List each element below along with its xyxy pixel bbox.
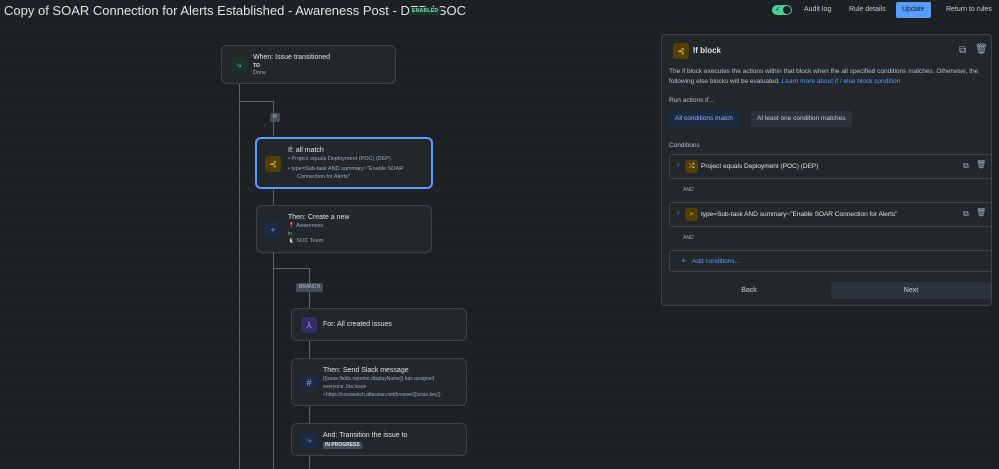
delete-icon[interactable]: 🗑 — [976, 160, 986, 169]
trigger-to-value: Done — [253, 70, 267, 76]
create-type-text: Awareness — [296, 223, 324, 229]
trigger-title: When: Issue transitioned — [253, 54, 331, 61]
if-block-panel: ⊰ If block ⧉ 🗑 The if block executes the… — [661, 34, 992, 306]
duplicate-icon[interactable]: ⧉ — [959, 45, 966, 56]
condition-row-1[interactable]: › ⤮ Project equals Deployment (POC) (DEP… — [669, 154, 992, 179]
if-cond-1: • Project equals Deployment (POC) (DEP) — [288, 156, 391, 162]
add-conditions-row[interactable]: + Add conditions... — [669, 250, 992, 272]
transition-icon: ⤷ — [231, 57, 247, 73]
trigger-card[interactable]: ⤷ When: Issue transitioned TO Done — [221, 45, 396, 84]
rule-details-button[interactable]: Rule details — [843, 2, 892, 18]
transition-card-title: And: Transition the issue to — [323, 432, 408, 439]
transition-status: IN PROGRESS — [323, 441, 362, 449]
main-flow-line — [239, 84, 240, 469]
enable-toggle[interactable]: ✓ — [772, 5, 792, 15]
branch-line-2 — [309, 341, 310, 358]
duplicate-icon[interactable]: ⧉ — [963, 209, 969, 219]
if-branch-connector — [239, 101, 273, 102]
if-block-icon: ⊰ — [265, 156, 281, 172]
create-project: 🐧 SOC Team — [288, 237, 323, 245]
if-cond-1-text: Project equals Deployment (POC) (DEP) — [291, 156, 391, 162]
transition-issue-icon: ⤷ — [301, 432, 317, 448]
slack-line-3: <https://novawatch.atlassian.net/browse/… — [323, 392, 441, 398]
create-issue-card[interactable]: + Then: Create a new 📍 Awareness in 🐧 SO… — [256, 205, 432, 253]
slack-message-card[interactable]: # Then: Send Slack message {{issue.field… — [291, 358, 467, 406]
plus-icon: + — [265, 222, 281, 238]
chevron-right-icon[interactable]: › — [677, 210, 679, 217]
if-cond-2-cont: Connection for Alerts" — [297, 174, 351, 180]
and-separator-2: AND — [683, 235, 694, 241]
condition-1-text: Project equals Deployment (POC) (DEP) — [701, 163, 819, 170]
if-card-title: If: all match — [288, 147, 324, 154]
audit-log-button[interactable]: Audit log — [798, 2, 837, 18]
create-type: 📍 Awareness — [288, 222, 323, 230]
duplicate-icon[interactable]: ⧉ — [963, 161, 969, 171]
delete-icon[interactable]: 🗑 — [976, 208, 986, 217]
branch-line-4 — [309, 456, 310, 469]
branch-tag: BRANCH — [296, 283, 324, 292]
panel-description: The if block executes the actions within… — [669, 67, 985, 87]
slack-icon: # — [301, 375, 317, 391]
chevron-right-icon[interactable]: › — [677, 162, 679, 169]
if-cond-2-text-1: type=Sub-task AND summary~"Enable SOAR — [291, 166, 404, 172]
next-button[interactable]: Next — [831, 282, 991, 299]
create-card-title: Then: Create a new — [288, 214, 350, 221]
for-card-title: For: All created issues — [323, 321, 392, 328]
transition-card[interactable]: ⤷ And: Transition the issue to IN PROGRE… — [291, 423, 467, 456]
branch-connector — [273, 268, 309, 269]
branch-icon: ⅄ — [301, 317, 317, 333]
condition-row-2[interactable]: › ⌕ type=Sub-task AND summary~"Enable SO… — [669, 202, 992, 227]
plus-icon: + — [681, 256, 686, 265]
create-project-text: SOC Team — [296, 238, 324, 244]
status-badge: ENABLED — [409, 7, 442, 15]
slack-card-title: Then: Send Slack message — [323, 367, 409, 374]
return-to-rules-button[interactable]: Return to rules — [940, 2, 998, 18]
if-block-panel-icon: ⊰ — [673, 43, 689, 59]
awareness-icon: 📍 — [288, 223, 295, 229]
conditions-label: Conditions — [669, 142, 700, 149]
if-tag: IF — [270, 113, 281, 122]
slack-line-2: everyone Jira Issue — [323, 384, 367, 390]
in-progress-lozenge: IN PROGRESS — [323, 442, 362, 449]
run-actions-label: Run actions if... — [669, 97, 714, 104]
update-button[interactable]: Update — [896, 2, 931, 18]
back-button[interactable]: Back — [669, 282, 829, 299]
rule-title: Copy of SOAR Connection for Alerts Estab… — [4, 3, 466, 18]
condition-2-text: type=Sub-task AND summary~"Enable SOAR C… — [701, 211, 898, 218]
panel-title: If block — [693, 46, 722, 55]
add-conditions-link[interactable]: Add conditions... — [692, 258, 740, 265]
header-bar: Copy of SOAR Connection for Alerts Estab… — [0, 0, 999, 22]
search-icon: ⌕ — [685, 208, 698, 221]
slack-line-1: {{issue.fields.reporter.displayName}} ha… — [323, 376, 435, 382]
branch-for-card[interactable]: ⅄ For: All created issues — [291, 308, 467, 341]
if-condition-card[interactable]: ⊰ If: all match • Project equals Deploym… — [255, 137, 433, 189]
all-conditions-match-button[interactable]: All conditions match — [669, 111, 739, 127]
learn-more-link[interactable]: Learn more about if / else block conditi… — [782, 78, 901, 85]
at-least-one-condition-button[interactable]: At least one condition matches — [751, 111, 852, 127]
project-icon: 🐧 — [288, 238, 295, 244]
and-separator-1: AND — [683, 187, 694, 193]
delete-icon[interactable]: 🗑 — [975, 44, 988, 55]
branch-line-3 — [309, 406, 310, 423]
check-icon: ✓ — [775, 6, 781, 13]
if-cond-2: • type=Sub-task AND summary~"Enable SOAR — [288, 166, 404, 172]
shuffle-icon: ⤮ — [685, 160, 698, 173]
